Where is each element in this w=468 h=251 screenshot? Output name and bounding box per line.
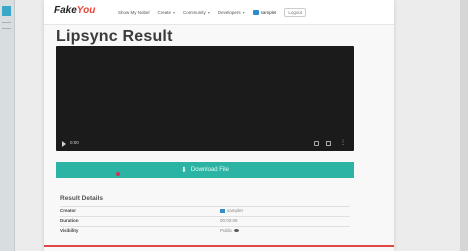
nav-item-community[interactable]: Community ▾ (183, 10, 210, 15)
page-title: Lipsync Result (56, 28, 173, 45)
result-row-visibility: Visibility Public (60, 226, 350, 235)
result-row-creator: Creator sampleI (60, 206, 350, 215)
video-controls: 0:00 ⋮ (56, 137, 354, 151)
duration-value: 00:00:09 (220, 218, 238, 223)
nav-menu: Show My Nobel Create ▾ Community ▾ Devel… (118, 8, 307, 17)
volume-icon[interactable] (314, 141, 319, 146)
eye-icon (234, 229, 240, 232)
visibility-value: Public (220, 228, 233, 233)
logo-main: Fake (54, 5, 77, 16)
result-details-title: Result Details (60, 195, 103, 202)
result-row-duration: Duration 00:00:09 (60, 216, 350, 225)
row-value: 00:00:09 (220, 218, 238, 223)
panel-accent (2, 6, 11, 16)
chevron-down-icon: ▾ (242, 10, 245, 15)
user-name: sampleI (260, 10, 277, 15)
row-label: Visibility (60, 228, 79, 233)
nav-item-create[interactable]: Create ▾ (158, 10, 176, 15)
nav-item-developers[interactable]: Developers ▾ (218, 10, 245, 15)
more-options-icon[interactable]: ⋮ (340, 139, 346, 147)
nav-item-label: Community (183, 10, 206, 15)
user-icon (220, 208, 225, 213)
video-player[interactable]: 0:00 ⋮ (56, 46, 354, 151)
creator-value: sampleI (227, 208, 243, 213)
nav-item-label: Show My Nobel (118, 10, 150, 15)
mouse-cursor (116, 172, 120, 176)
play-icon[interactable] (62, 141, 66, 147)
logout-button[interactable]: Logout (284, 8, 307, 17)
bottom-accent-bar (44, 245, 394, 247)
chevron-down-icon: ▾ (207, 10, 210, 15)
row-value: Public (220, 228, 240, 233)
time-display: 0:00 (70, 140, 79, 145)
row-value[interactable]: sampleI (220, 208, 243, 213)
download-icon: ⬇ (181, 166, 187, 174)
user-icon (252, 10, 259, 15)
logo-accent: You (76, 5, 96, 16)
logo[interactable]: FakeYou (54, 5, 95, 16)
download-button-label: Download File (190, 167, 229, 173)
nav-item-show-my-nobel[interactable]: Show My Nobel (118, 10, 150, 15)
page: FakeYou Show My Nobel Create ▾ Community… (44, 0, 394, 251)
fullscreen-icon[interactable] (326, 141, 331, 146)
navbar: FakeYou Show My Nobel Create ▾ Community… (44, 0, 394, 25)
nav-item-label: Developers (217, 10, 241, 15)
left-panel (0, 0, 15, 251)
nav-item-label: Create (157, 10, 172, 15)
row-label: Duration (60, 218, 79, 223)
panel-line (2, 22, 11, 23)
chevron-down-icon: ▾ (173, 10, 176, 15)
download-file-button[interactable]: ⬇ Download File (56, 162, 354, 178)
panel-line (2, 28, 11, 29)
right-panel (460, 0, 468, 251)
user-menu[interactable]: sampleI (252, 10, 277, 15)
row-label: Creator (60, 208, 77, 213)
